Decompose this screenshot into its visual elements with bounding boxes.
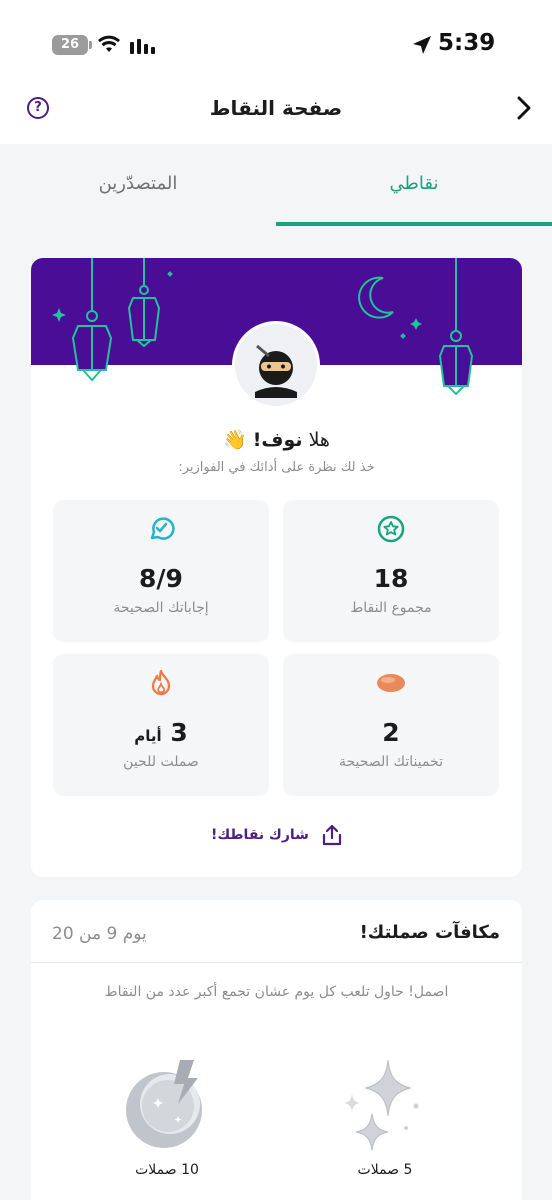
wave-icon: 👋 <box>223 429 247 451</box>
stat-correct-guesses: 2 تخميناتك الصحيحة <box>283 654 499 796</box>
user-name: نوف! <box>252 429 303 451</box>
rewards-title: مكافآت صملتك! <box>359 922 500 943</box>
rewards-hint: اصمل! حاول تلعب كل يوم عشان تجمع أكبر عد… <box>104 984 449 1000</box>
share-icon <box>322 824 342 846</box>
stat-correct-answers: 8/9 إجاباتك الصحيحة <box>53 500 269 642</box>
date-pill-icon <box>377 674 405 692</box>
page-title: صفحة النقاط <box>209 96 343 120</box>
tab-my-points[interactable]: نقاطي <box>276 144 552 226</box>
badge-10-streaks[interactable]: 10 صملات <box>102 1058 232 1178</box>
sparkles-icon <box>344 1059 419 1151</box>
check-bubble-icon <box>150 517 175 540</box>
rewards-day-counter: يوم 9 من 20 <box>52 924 147 944</box>
location-arrow-icon <box>413 36 431 54</box>
tab-leaderboard[interactable]: المتصدّرين <box>0 144 276 226</box>
signal-icon <box>130 39 155 54</box>
status-bar: 26 5:39 <box>0 0 552 88</box>
tab-bar: نقاطي المتصدّرين <box>0 144 552 226</box>
status-time: 5:39 <box>438 30 496 56</box>
wifi-icon <box>98 35 120 52</box>
divider <box>31 962 522 963</box>
app-header: ? صفحة النقاط <box>0 88 552 144</box>
badge-5-streaks[interactable]: 5 صملات <box>320 1058 450 1178</box>
battery-icon: 26 <box>52 35 92 55</box>
moon-lightning-icon <box>126 1060 202 1148</box>
greeting-subtitle: خذ لك نظرة على أدائك في الفوازير: <box>178 460 375 475</box>
stat-streak: 3 أيام صملت للحين <box>53 654 269 796</box>
avatar <box>232 321 320 409</box>
back-chevron-icon[interactable] <box>514 95 534 121</box>
ninja-avatar-icon <box>255 344 297 398</box>
streak-rewards-card: مكافآت صملتك! يوم 9 من 20 اصمل! حاول تلع… <box>31 900 522 1200</box>
share-points-button[interactable]: شارك نقاطك! <box>31 824 522 852</box>
star-badge-icon <box>377 515 405 543</box>
flame-icon <box>151 669 171 696</box>
greeting: هلا نوف! 👋 <box>223 429 330 451</box>
points-card: هلا نوف! 👋 خذ لك نظرة على أدائك في الفوا… <box>31 258 522 877</box>
stat-total-points: 18 مجموع النقاط <box>283 500 499 642</box>
